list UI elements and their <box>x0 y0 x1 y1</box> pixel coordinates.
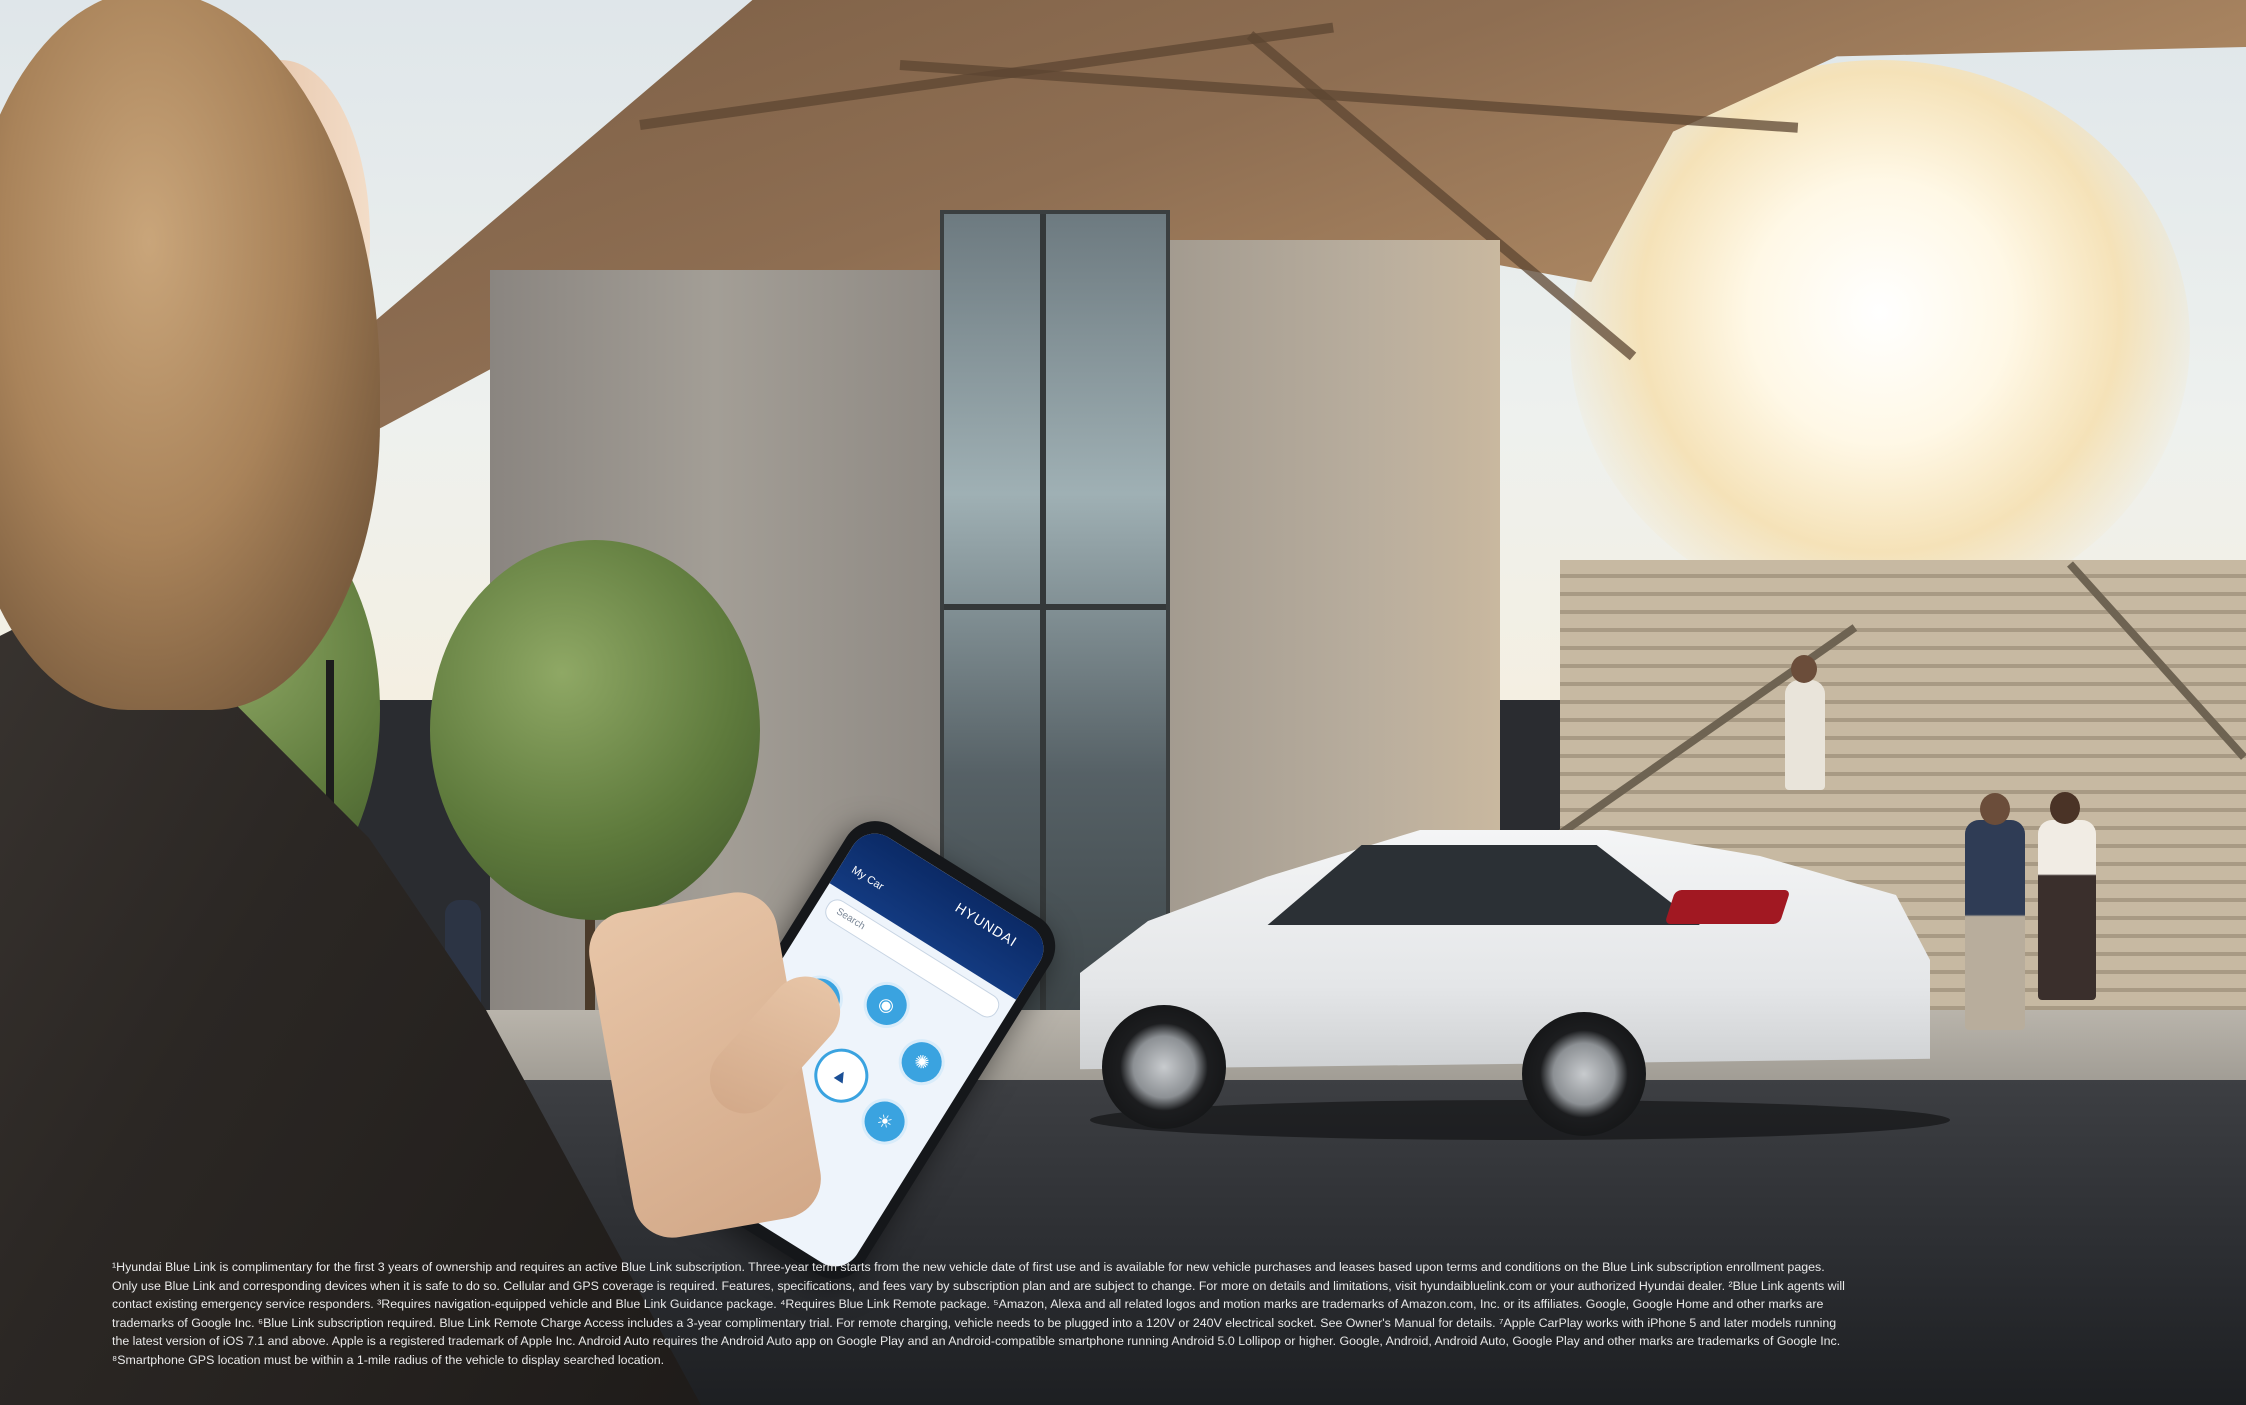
climate-icon[interactable]: ✺ <box>889 1030 954 1094</box>
lights-icon[interactable]: ☀ <box>852 1089 917 1154</box>
disclaimer-line: trademarks of Google Inc. ⁶Blue Link sub… <box>112 1315 1837 1330</box>
vehicle-tab[interactable]: My Car <box>849 864 885 893</box>
person-head <box>1791 655 1817 683</box>
legal-disclaimer: ¹Hyundai Blue Link is complimentary for … <box>112 1258 2112 1369</box>
person-walking <box>2038 820 2096 1000</box>
car-shadow <box>1090 1100 1950 1140</box>
disclaimer-line: contact existing emergency service respo… <box>112 1297 1824 1311</box>
tree <box>430 540 760 920</box>
disclaimer-line: the latest version of iOS 7.1 and above.… <box>112 1334 1841 1348</box>
person-head <box>2050 792 2080 824</box>
lock-icon[interactable]: ◉ <box>854 973 919 1037</box>
disclaimer-line: ⁸Smartphone GPS location must be within … <box>112 1352 665 1367</box>
car-front-wheel <box>1102 1005 1226 1129</box>
photo-scene: HYUNDAI My Car Search ◉ ✺ ♫ ▲ ☀ ⚡ ⏱ ➤ <box>0 0 2246 1405</box>
app-brand: HYUNDAI <box>952 899 1021 950</box>
disclaimer-line: ¹Hyundai Blue Link is complimentary for … <box>112 1260 1825 1274</box>
car-rear-wheel <box>1522 1012 1646 1136</box>
car-taillight <box>1664 890 1791 924</box>
person-walking <box>1965 820 2025 1030</box>
person-walking <box>1785 680 1825 790</box>
person-head <box>1980 793 2010 825</box>
disclaimer-line: Only use Blue Link and corresponding dev… <box>112 1278 1845 1293</box>
